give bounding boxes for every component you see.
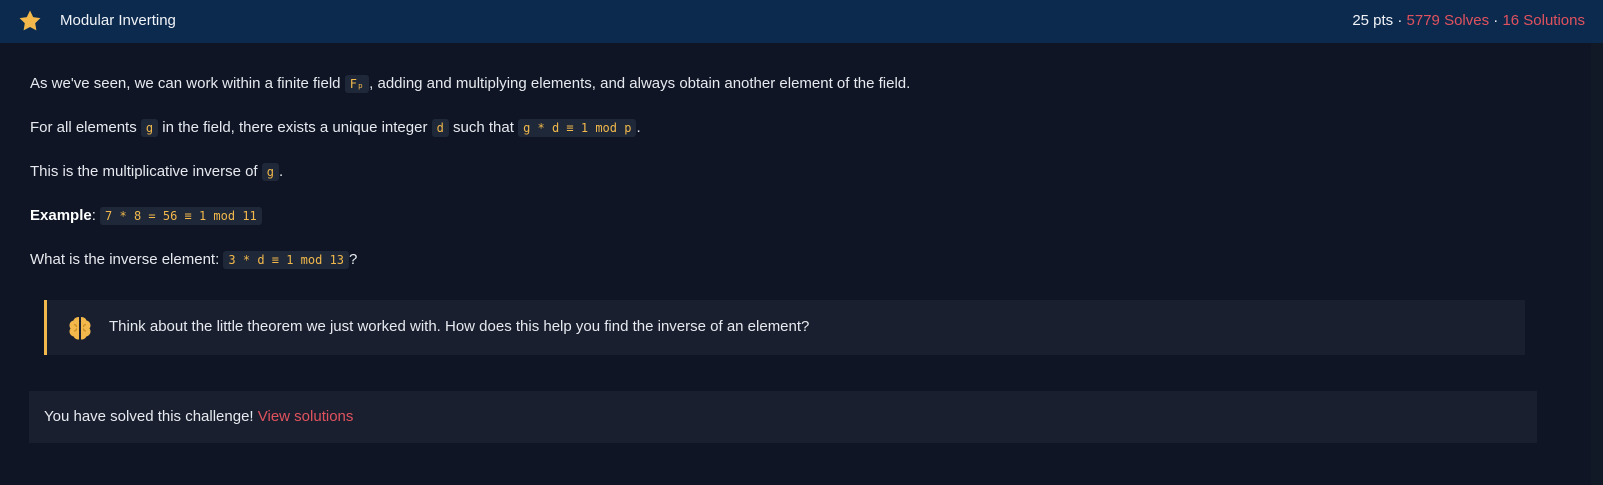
points-label: 25 pts [1352,12,1394,29]
scrollbar[interactable] [1591,43,1603,485]
code-example: 7 * 8 = 56 ≡ 1 mod 11 [100,207,262,225]
code-d: d [431,119,449,137]
paragraph-question: What is the inverse element: 3 * d ≡ 1 m… [30,251,358,269]
example-label: Example [30,207,92,224]
solutions-link[interactable]: 16 Solutions [1502,12,1585,29]
separator: · [1397,12,1403,29]
paragraph-finite-field: As we've seen, we can work within a fini… [30,75,911,93]
code-g: g [140,119,159,137]
hint-text: Think about the little theorem we just w… [109,318,810,335]
view-solutions-link[interactable]: View solutions [258,408,354,425]
challenge-header: Modular Inverting 25 pts · 5779 Solves ·… [0,0,1603,43]
star-icon[interactable] [18,9,42,33]
paragraph-example: Example: 7 * 8 = 56 ≡ 1 mod 11 [30,207,262,225]
challenge-title: Modular Inverting [60,12,176,29]
solved-banner: You have solved this challenge! View sol… [29,391,1537,443]
paragraph-inverse-definition: For all elements g in the field, there e… [30,119,641,137]
separator: · [1493,12,1499,29]
code-question: 3 * d ≡ 1 mod 13 [223,251,350,269]
code-equation: g * d ≡ 1 mod p [518,119,637,137]
solved-message: You have solved this challenge! View sol… [44,408,354,425]
paragraph-multiplicative-inverse: This is the multiplicative inverse of g. [30,163,284,181]
code-field: Fₚ [344,75,370,93]
code-g: g [261,163,279,181]
hint-box: Think about the little theorem we just w… [44,300,1525,355]
brain-icon [69,317,91,340]
challenge-stats: 25 pts · 5779 Solves · 16 Solutions [1352,12,1585,29]
solves-link[interactable]: 5779 Solves [1407,12,1490,29]
